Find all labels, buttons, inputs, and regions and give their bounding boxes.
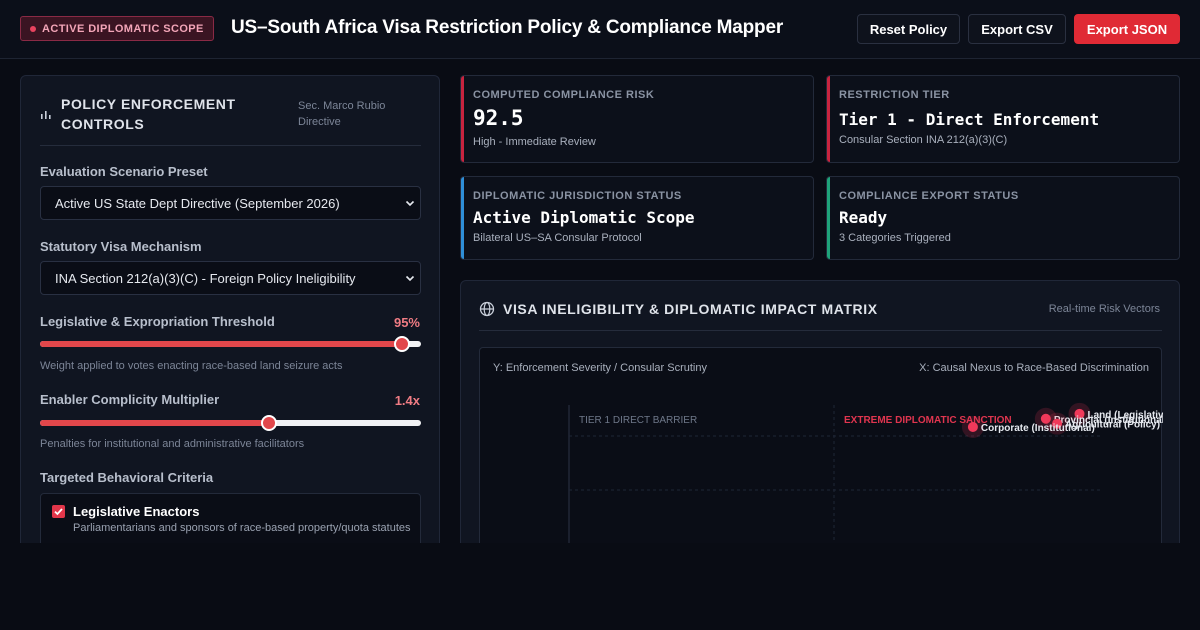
restriction-tier-card: RESTRICTION TIER Tier 1 - Direct Enforce… xyxy=(826,75,1180,163)
card-accent xyxy=(827,177,830,259)
export-json-button[interactable]: Export JSON xyxy=(1074,14,1180,44)
multiplier-value: 1.4x xyxy=(394,393,420,408)
compliance-risk-card: COMPUTED COMPLIANCE RISK 92.5 High - Imm… xyxy=(460,75,814,163)
tier-value: Tier 1 - Direct Enforcement xyxy=(839,110,1100,129)
reset-policy-button[interactable]: Reset Policy xyxy=(857,14,960,44)
criteria-checkbox[interactable] xyxy=(52,505,65,518)
criteria-title: Legislative Enactors xyxy=(73,504,200,519)
chevron-down-icon xyxy=(405,275,415,282)
controls-title: POLICY ENFORCEMENT CONTROLS xyxy=(61,96,236,132)
matrix-subtitle: Real-time Risk Vectors xyxy=(1048,303,1160,315)
data-point[interactable] xyxy=(967,421,978,432)
threshold-helper: Weight applied to votes enacting race-ba… xyxy=(40,360,343,372)
export-csv-button[interactable]: Export CSV xyxy=(968,14,1066,44)
card-accent xyxy=(827,76,830,162)
card-note: Bilateral US–SA Consular Protocol xyxy=(473,232,642,244)
active-scope-badge: ACTIVE DIPLOMATIC SCOPE xyxy=(20,16,214,41)
multiplier-slider[interactable] xyxy=(40,415,421,431)
threshold-value: 95% xyxy=(393,315,420,330)
status-dot-icon xyxy=(30,25,36,32)
slider-fill xyxy=(40,341,402,347)
criteria-label: Targeted Behavioral Criteria xyxy=(40,470,214,485)
card-label: RESTRICTION TIER xyxy=(839,89,950,101)
data-point-label: Corporate (Institutional) xyxy=(981,423,1095,434)
page-title: US–South Africa Visa Restriction Policy … xyxy=(231,17,784,38)
card-note: 3 Categories Triggered xyxy=(839,232,951,244)
policy-controls-panel: POLICY ENFORCEMENT CONTROLS Sec. Marco R… xyxy=(20,75,440,555)
globe-icon xyxy=(479,301,495,317)
card-label: DIPLOMATIC JURISDICTION STATUS xyxy=(473,190,682,202)
card-accent xyxy=(461,76,464,162)
slider-fill xyxy=(40,420,269,426)
scenario-label: Evaluation Scenario Preset xyxy=(40,164,208,179)
mechanism-select-value: INA Section 212(a)(3)(C) - Foreign Polic… xyxy=(55,270,356,286)
criteria-description: Parliamentarians and sponsors of race-ba… xyxy=(73,522,411,534)
mechanism-select[interactable]: INA Section 212(a)(3)(C) - Foreign Polic… xyxy=(40,261,421,295)
scenario-select[interactable]: Active US State Dept Directive (Septembe… xyxy=(40,186,421,220)
card-accent xyxy=(461,177,464,259)
top-header: ACTIVE DIPLOMATIC SCOPE US–South Africa … xyxy=(0,0,1200,59)
export-status-value: Ready xyxy=(839,208,888,227)
risk-scatter-plot: Y: Enforcement Severity / Consular Scrut… xyxy=(479,347,1163,559)
card-note: Consular Section INA 212(a)(3)(C) xyxy=(839,134,1008,146)
slider-handle[interactable] xyxy=(260,415,277,431)
badge-label: ACTIVE DIPLOMATIC SCOPE xyxy=(42,22,204,35)
checkmark-icon xyxy=(54,508,63,516)
threshold-slider[interactable] xyxy=(40,336,421,352)
multiplier-helper: Penalties for institutional and administ… xyxy=(40,438,305,450)
slider-handle[interactable] xyxy=(393,336,410,352)
jurisdiction-status-card: DIPLOMATIC JURISDICTION STATUS Active Di… xyxy=(460,176,814,260)
controls-subtitle: Sec. Marco Rubio Directive xyxy=(298,100,386,128)
impact-matrix-panel: VISA INELIGIBILITY & DIPLOMATIC IMPACT M… xyxy=(460,280,1180,560)
scatter-canvas: TIER 1 DIRECT BARRIER EXTREME DIPLOMATIC… xyxy=(568,402,1163,559)
risk-score-value: 92.5 xyxy=(473,106,524,130)
export-status-card: COMPLIANCE EXPORT STATUS Ready 3 Categor… xyxy=(826,176,1180,260)
divider xyxy=(40,145,421,146)
card-label: COMPLIANCE EXPORT STATUS xyxy=(839,190,1019,202)
card-label: COMPUTED COMPLIANCE RISK xyxy=(473,89,655,101)
jurisdiction-value: Active Diplomatic Scope xyxy=(473,208,695,227)
controls-header: POLICY ENFORCEMENT CONTROLS xyxy=(40,94,261,134)
threshold-label: Legislative & Expropriation Threshold xyxy=(40,314,275,329)
scenario-select-value: Active US State Dept Directive (Septembe… xyxy=(55,195,340,211)
bar-chart-icon xyxy=(41,111,51,119)
multiplier-label: Enabler Complicity Multiplier xyxy=(40,392,220,407)
page-background xyxy=(0,543,1200,630)
chevron-down-icon xyxy=(405,200,415,207)
zone-label-tier1: TIER 1 DIRECT BARRIER xyxy=(579,415,697,426)
matrix-title: VISA INELIGIBILITY & DIPLOMATIC IMPACT M… xyxy=(503,301,878,317)
divider xyxy=(479,330,1162,331)
mechanism-label: Statutory Visa Mechanism xyxy=(40,239,202,254)
card-note: High - Immediate Review xyxy=(473,136,596,148)
matrix-header: VISA INELIGIBILITY & DIPLOMATIC IMPACT M… xyxy=(479,301,878,317)
